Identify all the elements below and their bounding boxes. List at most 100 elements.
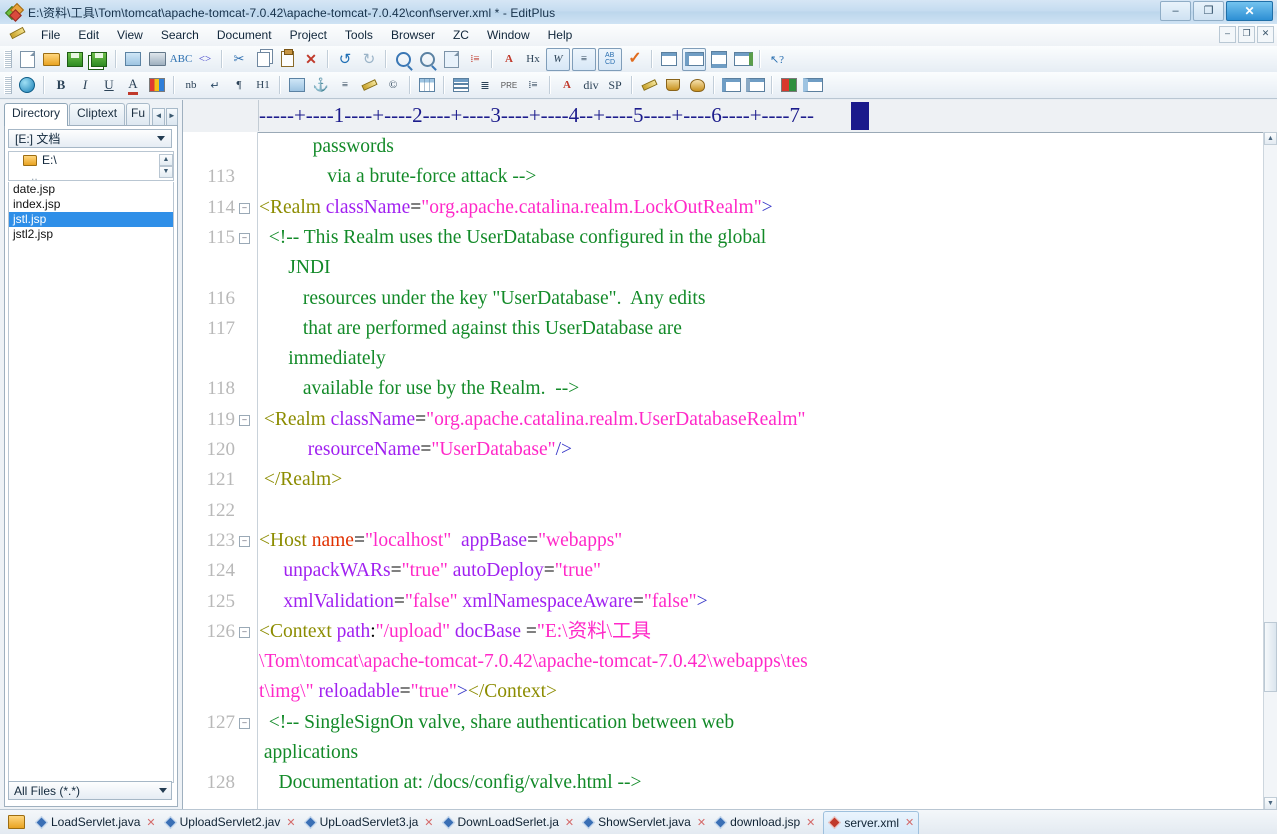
- close-icon[interactable]: ✕: [146, 816, 155, 829]
- close-icon[interactable]: ✕: [697, 816, 706, 829]
- scroll-up-button[interactable]: ▲: [1264, 132, 1277, 145]
- context-help-button[interactable]: ↖?: [766, 49, 788, 70]
- spell-check-button[interactable]: ABC: [170, 49, 193, 70]
- page-setup-button[interactable]: [122, 49, 144, 70]
- menu-item-zc[interactable]: ZC: [444, 26, 478, 44]
- tab-scroll-left-icon[interactable]: ◄: [152, 108, 165, 126]
- save-file-button[interactable]: [64, 49, 86, 70]
- cut-button[interactable]: ✂: [228, 49, 250, 70]
- tree-row-parent[interactable]: ..: [9, 168, 173, 180]
- replace-button[interactable]: [416, 49, 438, 70]
- browser-button[interactable]: [16, 75, 38, 96]
- insert-image-button[interactable]: [286, 75, 308, 96]
- tab-cliptext[interactable]: Cliptext: [69, 103, 126, 126]
- word-wrap-button[interactable]: W: [546, 47, 570, 71]
- show-spaces-button[interactable]: AB CD: [598, 47, 622, 71]
- list-item[interactable]: index.jsp: [9, 197, 173, 212]
- browser-preview-button[interactable]: [732, 49, 754, 70]
- italic-button[interactable]: I: [74, 75, 96, 96]
- file-filter-selector[interactable]: All Files (*.*): [8, 781, 172, 800]
- new-file-button[interactable]: [16, 49, 38, 70]
- div-tag-button[interactable]: div: [580, 75, 602, 96]
- directory-window-button[interactable]: [682, 47, 706, 71]
- goto-line-button[interactable]: ⁞≡: [464, 49, 486, 70]
- fold-toggle-icon[interactable]: –: [239, 414, 250, 426]
- edit-tag-button[interactable]: [638, 75, 660, 96]
- close-icon[interactable]: ✕: [806, 816, 815, 829]
- save-all-button[interactable]: [88, 49, 110, 70]
- doc-restore-button[interactable]: ❐: [1238, 26, 1255, 43]
- menu-item-window[interactable]: Window: [478, 26, 539, 44]
- close-icon[interactable]: ✕: [905, 816, 914, 829]
- heading-button[interactable]: H1: [252, 75, 274, 96]
- font-tag-button[interactable]: A: [556, 75, 578, 96]
- bold-button[interactable]: B: [50, 75, 72, 96]
- color-chart-button[interactable]: [778, 75, 800, 96]
- print-button[interactable]: [146, 49, 168, 70]
- redo-button[interactable]: ↻: [358, 49, 380, 70]
- undo-button[interactable]: ↺: [334, 49, 356, 70]
- code-folding-column[interactable]: – – – – – –: [239, 132, 255, 810]
- list-button[interactable]: ⁞≡: [522, 75, 544, 96]
- scrollbar-thumb[interactable]: [1264, 622, 1277, 692]
- fold-toggle-icon[interactable]: –: [239, 232, 250, 244]
- paste-button[interactable]: [276, 49, 298, 70]
- tab-directory[interactable]: Directory: [4, 103, 69, 126]
- tree-row-root[interactable]: E:\: [9, 152, 173, 168]
- font-color-button[interactable]: A: [122, 75, 144, 96]
- form-field-button[interactable]: [720, 75, 742, 96]
- drive-selector[interactable]: [E:] 文档: [8, 129, 172, 148]
- file-tab-downloadserlet[interactable]: DownLoadSerlet.ja ✕: [438, 811, 579, 833]
- menu-item-browser[interactable]: Browser: [382, 26, 444, 44]
- minimize-button[interactable]: –: [1160, 1, 1191, 21]
- directory-tree[interactable]: E:\ .. ▲ ▼: [8, 151, 174, 181]
- view-source-button[interactable]: <>: [194, 49, 216, 70]
- list-item[interactable]: date.jsp: [9, 182, 173, 197]
- preformatted-button[interactable]: PRE: [498, 75, 520, 96]
- insert-table-button[interactable]: [416, 75, 438, 96]
- palette-button[interactable]: [686, 75, 708, 96]
- file-list[interactable]: date.jsp index.jsp jstl.jsp jstl2.jsp: [8, 182, 174, 783]
- menu-item-view[interactable]: View: [108, 26, 152, 44]
- tab-scroll-right-icon[interactable]: ►: [165, 108, 179, 126]
- menu-item-help[interactable]: Help: [539, 26, 582, 44]
- close-icon[interactable]: ✕: [286, 816, 295, 829]
- hex-view-button[interactable]: Hx: [522, 49, 544, 70]
- fold-toggle-icon[interactable]: –: [239, 202, 250, 214]
- list-item[interactable]: jstl.jsp: [9, 212, 173, 227]
- menu-item-document[interactable]: Document: [208, 26, 281, 44]
- file-tab-showservlet[interactable]: ShowServlet.java ✕: [578, 811, 710, 833]
- line-break-button[interactable]: ↵: [204, 75, 226, 96]
- close-button[interactable]: ✕: [1226, 1, 1273, 21]
- span-tag-button[interactable]: SP: [604, 75, 626, 96]
- file-tab-download-jsp[interactable]: download.jsp ✕: [710, 811, 819, 833]
- close-icon[interactable]: ✕: [424, 816, 433, 829]
- doc-minimize-button[interactable]: –: [1219, 26, 1236, 43]
- fold-toggle-icon[interactable]: –: [239, 626, 250, 638]
- copy-button[interactable]: [252, 49, 274, 70]
- validate-button[interactable]: ✓: [624, 49, 646, 70]
- horizontal-rule-button[interactable]: ≡: [334, 75, 356, 96]
- tab-function[interactable]: Fu: [126, 103, 151, 126]
- delete-button[interactable]: ✕: [300, 49, 322, 70]
- file-tab-server-xml[interactable]: server.xml ✕: [823, 810, 920, 834]
- align-center-button[interactable]: ≣: [474, 75, 496, 96]
- menu-item-project[interactable]: Project: [281, 26, 336, 44]
- frame-button[interactable]: [802, 75, 824, 96]
- output-window-button[interactable]: [708, 49, 730, 70]
- find-in-files-button[interactable]: [440, 49, 462, 70]
- fold-toggle-icon[interactable]: –: [239, 717, 250, 729]
- folder-icon[interactable]: [8, 815, 25, 829]
- java-tool-button[interactable]: [662, 75, 684, 96]
- copyright-button[interactable]: ©: [382, 75, 404, 96]
- toolbar-grip[interactable]: [4, 50, 12, 68]
- form-list-button[interactable]: [744, 75, 766, 96]
- align-left-button[interactable]: [450, 75, 472, 96]
- code-editor[interactable]: -----+----1----+----2----+----3----+----…: [183, 100, 1277, 810]
- menu-item-tools[interactable]: Tools: [336, 26, 382, 44]
- close-icon[interactable]: ✕: [565, 816, 574, 829]
- list-item[interactable]: jstl2.jsp: [9, 227, 173, 242]
- menu-item-search[interactable]: Search: [152, 26, 208, 44]
- highlight-button[interactable]: [358, 75, 380, 96]
- anchor-button[interactable]: ⚓: [310, 75, 332, 96]
